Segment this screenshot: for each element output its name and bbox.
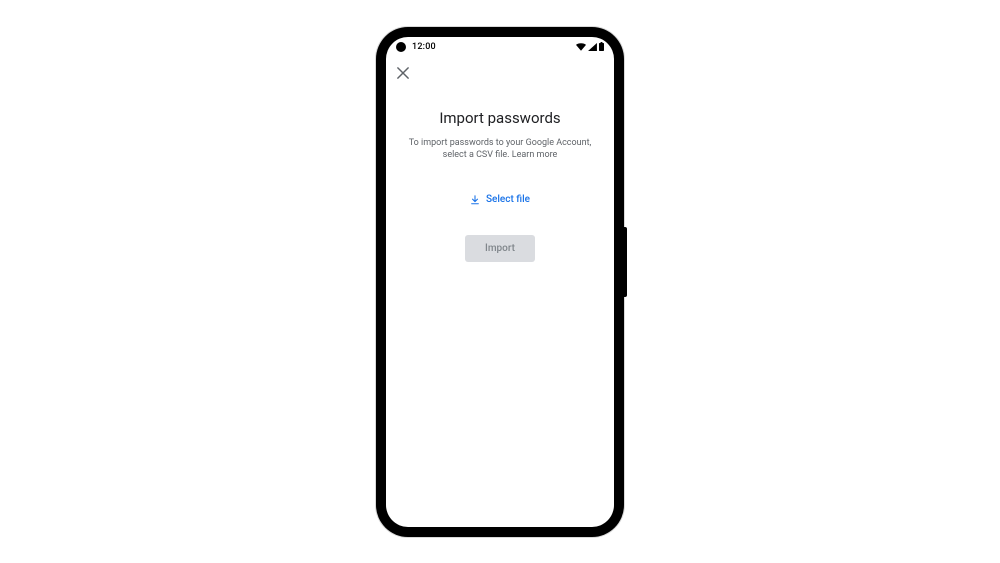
main-content: Import passwords To import passwords to … bbox=[386, 89, 614, 263]
phone-screen: 12:00 bbox=[386, 37, 614, 527]
import-button[interactable]: Import bbox=[465, 235, 535, 262]
camera-hole bbox=[396, 42, 406, 52]
app-bar bbox=[386, 57, 614, 89]
select-file-button[interactable]: Select file bbox=[470, 194, 530, 205]
close-icon[interactable] bbox=[396, 66, 410, 80]
wifi-icon bbox=[576, 43, 586, 51]
cellular-icon bbox=[588, 43, 597, 51]
status-bar-right bbox=[576, 42, 604, 51]
download-icon bbox=[470, 195, 480, 205]
select-file-label: Select file bbox=[486, 194, 530, 205]
phone-frame: 12:00 bbox=[376, 27, 624, 537]
phone-side-button bbox=[624, 227, 627, 297]
battery-icon bbox=[599, 42, 604, 51]
clock-label: 12:00 bbox=[412, 42, 436, 52]
status-bar-left: 12:00 bbox=[396, 42, 436, 52]
page-title: Import passwords bbox=[400, 109, 600, 127]
status-bar: 12:00 bbox=[386, 37, 614, 57]
page-description: To import passwords to your Google Accou… bbox=[400, 137, 600, 162]
